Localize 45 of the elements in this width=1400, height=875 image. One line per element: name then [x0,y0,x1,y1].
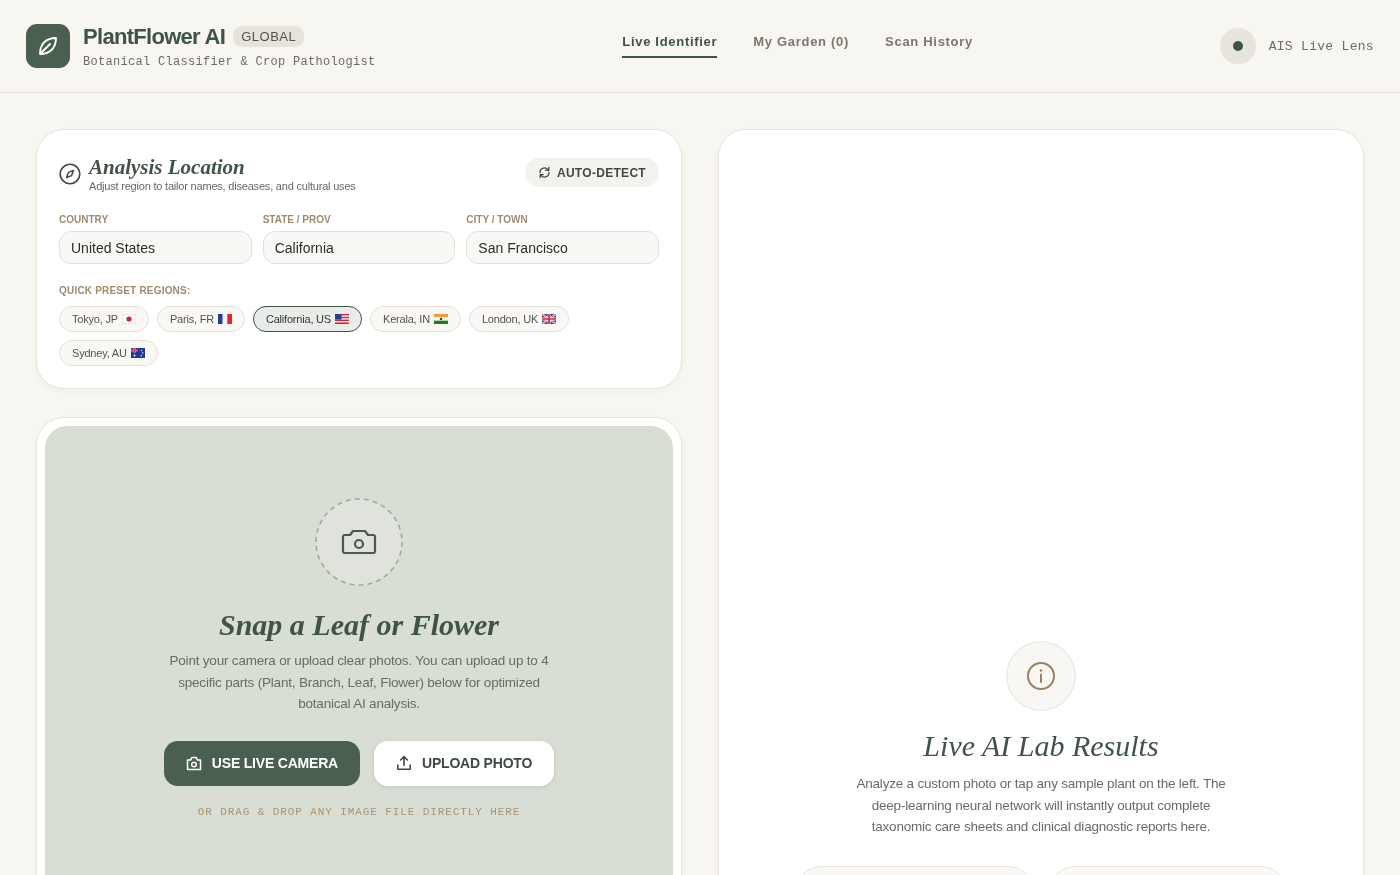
region-badge: GLOBAL [233,26,305,47]
region-chip[interactable]: Sydney, AU [59,340,158,366]
field-label: CITY / TOWN [466,214,529,225]
flag-icon [217,314,232,324]
region-chip[interactable]: Kerala, IN [370,306,461,332]
region-chip[interactable]: London, UK [468,306,570,332]
compass-icon [59,163,81,185]
upload-photo-button[interactable]: UPLOAD PHOTO [374,740,555,786]
field-label: STATE / PROV [262,214,332,225]
flag-icon [335,314,349,324]
upload-description: Point your camera or upload clear photos. You can upload up to 4 specific parts (Plant, Branch, Leaf, Flower) below for optimized botanical AI analysis. [168,652,550,713]
presets-label: QUICK PRESET REGIONS: [59,285,192,296]
live-camera-button[interactable]: USE LIVE CAMERA [163,740,360,786]
camera-icon [185,755,202,771]
camera-icon [315,498,403,586]
drop-hint: OR DRAG & DROP ANY IMAGE FILE DIRECTLY HERE [197,805,521,818]
info-icon [1006,641,1076,711]
flag-icon [433,314,448,324]
region-chip[interactable]: California, US [252,306,362,332]
location-input[interactable]: California [262,231,456,264]
nav-tab[interactable]: My Garden (0) [753,34,850,58]
section-subtitle: Adjust region to tailor names, diseases, and cultural uses [89,180,356,192]
status-dot-icon [1219,28,1256,64]
region-chip[interactable]: Paris, FR [156,306,245,332]
status-label: AIS Live Lens [1268,38,1374,54]
auto-detect-button[interactable]: AUTO-DETECT [524,158,659,187]
nav-tab[interactable]: Live Identifier [622,34,718,58]
upload-icon [396,755,412,771]
field-label: COUNTRY [59,214,110,225]
refresh-icon [537,166,551,179]
flag-icon [130,348,145,358]
nav-tab[interactable]: Scan History [885,34,973,58]
results-description: Analyze a custom photo or tap any sample plant on the left. The deep-learning neural network will instantly output complete taxonomic care sheets and clinical diagnostic reports here. [855,775,1227,836]
location-input[interactable]: San Francisco [466,231,659,264]
flag-icon [121,314,136,324]
location-input[interactable]: United States [59,231,252,264]
leaf-logo-icon [26,24,70,68]
region-chip[interactable]: Tokyo, JP [59,306,149,332]
app-subtitle: Botanical Classifier & Crop Pathologist [83,54,376,69]
results-title: Live AI Lab Results [923,729,1159,763]
section-title: Analysis Location [89,155,246,179]
upload-title: Snap a Leaf or Flower [219,608,499,642]
drop-zone[interactable] [45,426,673,875]
flag-icon [542,314,557,324]
app-title: PlantFlower AI [83,23,226,50]
